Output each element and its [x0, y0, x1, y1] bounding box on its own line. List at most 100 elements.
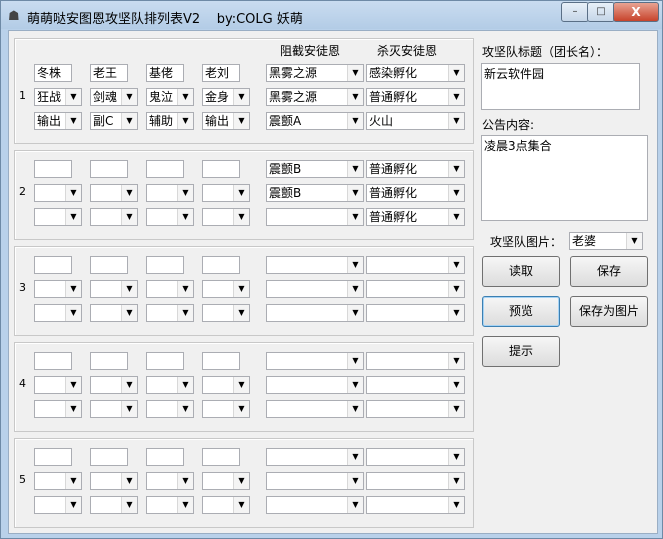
read-button[interactable]: 读取	[482, 256, 560, 287]
member-class-select[interactable]: 剑魂 ▼	[90, 88, 138, 106]
member-class-select[interactable]: ▼	[202, 280, 250, 298]
member-duty-select[interactable]: 输出 ▼	[202, 112, 250, 130]
member-class-select[interactable]: ▼	[34, 184, 82, 202]
notice-input[interactable]: 凌晨3点集合	[481, 135, 648, 221]
maximize-button[interactable]: □	[587, 2, 615, 22]
block-anton-select[interactable]: 震颤B ▼	[266, 184, 364, 202]
member-name-input[interactable]	[146, 352, 184, 370]
member-name-input[interactable]	[146, 160, 184, 178]
member-duty-select[interactable]: ▼	[202, 304, 250, 322]
kill-anton-select[interactable]: ▼	[366, 472, 465, 490]
member-name-input[interactable]	[90, 448, 128, 466]
member-duty-select[interactable]: ▼	[90, 496, 138, 514]
member-name-input[interactable]	[90, 160, 128, 178]
member-name-input[interactable]	[146, 256, 184, 274]
member-duty-select[interactable]: 副C ▼	[90, 112, 138, 130]
member-duty-select[interactable]: ▼	[202, 400, 250, 418]
kill-anton-select[interactable]: ▼	[366, 280, 465, 298]
member-class-select[interactable]: ▼	[90, 376, 138, 394]
member-duty-select[interactable]: ▼	[34, 208, 82, 226]
save-image-button[interactable]: 保存为图片	[570, 296, 648, 327]
member-class-select[interactable]: 金身 ▼	[202, 88, 250, 106]
member-name-input[interactable]	[34, 160, 72, 178]
kill-anton-select[interactable]: 普通孵化 ▼	[366, 160, 465, 178]
member-name-input[interactable]	[34, 256, 72, 274]
member-name-input[interactable]: 基佬	[146, 64, 184, 82]
member-name-input[interactable]: 冬株	[34, 64, 72, 82]
block-anton-select[interactable]: ▼	[266, 400, 364, 418]
member-duty-select[interactable]: ▼	[90, 304, 138, 322]
member-duty-select[interactable]: ▼	[34, 400, 82, 418]
member-duty-select[interactable]: ▼	[202, 496, 250, 514]
member-class-select[interactable]: ▼	[146, 184, 194, 202]
member-class-select[interactable]: 鬼泣 ▼	[146, 88, 194, 106]
block-anton-select[interactable]: ▼	[266, 352, 364, 370]
kill-anton-select[interactable]: 普通孵化 ▼	[366, 184, 465, 202]
member-name-input[interactable]: 老王	[90, 64, 128, 82]
minimize-button[interactable]: –	[561, 2, 589, 22]
kill-anton-select[interactable]: ▼	[366, 376, 465, 394]
member-duty-select[interactable]: ▼	[90, 400, 138, 418]
block-anton-select[interactable]: 黑雾之源 ▼	[266, 64, 364, 82]
member-class-select[interactable]: ▼	[202, 376, 250, 394]
block-anton-select[interactable]: ▼	[266, 208, 364, 226]
member-name-input[interactable]	[34, 448, 72, 466]
member-name-input[interactable]	[202, 448, 240, 466]
block-anton-select[interactable]: 黑雾之源 ▼	[266, 88, 364, 106]
member-duty-select[interactable]: ▼	[146, 208, 194, 226]
block-anton-select[interactable]: ▼	[266, 472, 364, 490]
block-anton-select[interactable]: ▼	[266, 280, 364, 298]
member-name-input[interactable]	[90, 256, 128, 274]
member-name-input[interactable]	[34, 352, 72, 370]
member-class-select[interactable]: ▼	[90, 280, 138, 298]
kill-anton-select[interactable]: ▼	[366, 496, 465, 514]
kill-anton-select[interactable]: 普通孵化 ▼	[366, 88, 465, 106]
member-class-select[interactable]: ▼	[34, 280, 82, 298]
kill-anton-select[interactable]: ▼	[366, 400, 465, 418]
preview-button[interactable]: 预览	[482, 296, 560, 327]
member-name-input[interactable]: 老刘	[202, 64, 240, 82]
member-class-select[interactable]: ▼	[90, 472, 138, 490]
member-duty-select[interactable]: ▼	[34, 496, 82, 514]
kill-anton-select[interactable]: ▼	[366, 352, 465, 370]
kill-anton-select[interactable]: ▼	[366, 304, 465, 322]
member-class-select[interactable]: ▼	[146, 376, 194, 394]
block-anton-select[interactable]: ▼	[266, 496, 364, 514]
member-class-select[interactable]: 狂战 ▼	[34, 88, 82, 106]
member-duty-select[interactable]: 辅助 ▼	[146, 112, 194, 130]
block-anton-select[interactable]: ▼	[266, 376, 364, 394]
close-button[interactable]: X	[613, 2, 659, 22]
block-anton-select[interactable]: ▼	[266, 256, 364, 274]
kill-anton-select[interactable]: 火山 ▼	[366, 112, 465, 130]
member-duty-select[interactable]: ▼	[146, 496, 194, 514]
save-button[interactable]: 保存	[570, 256, 648, 287]
member-name-input[interactable]	[146, 448, 184, 466]
member-class-select[interactable]: ▼	[90, 184, 138, 202]
member-class-select[interactable]: ▼	[34, 376, 82, 394]
member-name-input[interactable]	[202, 352, 240, 370]
block-anton-select[interactable]: ▼	[266, 304, 364, 322]
member-duty-select[interactable]: ▼	[146, 304, 194, 322]
member-class-select[interactable]: ▼	[146, 280, 194, 298]
member-duty-select[interactable]: ▼	[34, 304, 82, 322]
member-name-input[interactable]	[90, 352, 128, 370]
member-class-select[interactable]: ▼	[34, 472, 82, 490]
block-anton-select[interactable]: 震颤A ▼	[266, 112, 364, 130]
block-anton-select[interactable]: ▼	[266, 448, 364, 466]
member-name-input[interactable]	[202, 256, 240, 274]
member-duty-select[interactable]: ▼	[146, 400, 194, 418]
kill-anton-select[interactable]: ▼	[366, 256, 465, 274]
member-class-select[interactable]: ▼	[202, 184, 250, 202]
hint-button[interactable]: 提示	[482, 336, 560, 367]
kill-anton-select[interactable]: 普通孵化 ▼	[366, 208, 465, 226]
team-title-input[interactable]: 新云软件园	[481, 63, 640, 110]
member-duty-select[interactable]: ▼	[202, 208, 250, 226]
kill-anton-select[interactable]: ▼	[366, 448, 465, 466]
member-class-select[interactable]: ▼	[146, 472, 194, 490]
image-select[interactable]: 老婆 ▼	[569, 232, 643, 250]
kill-anton-select[interactable]: 感染孵化 ▼	[366, 64, 465, 82]
block-anton-select[interactable]: 震颤B ▼	[266, 160, 364, 178]
member-class-select[interactable]: ▼	[202, 472, 250, 490]
member-name-input[interactable]	[202, 160, 240, 178]
member-duty-select[interactable]: 输出 ▼	[34, 112, 82, 130]
